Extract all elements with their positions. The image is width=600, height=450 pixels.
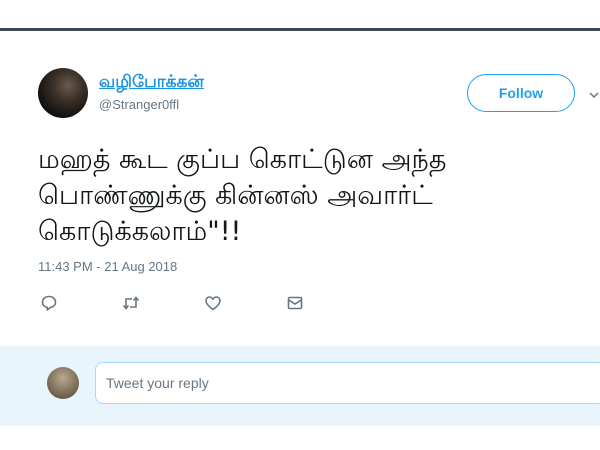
author-avatar[interactable] [38, 68, 88, 118]
tweet-text: மஹத் கூட குப்ப கொட்டுன அந்த பொண்ணுக்கு க… [38, 144, 447, 247]
tweet-timestamp[interactable]: 11:43 PM - 21 Aug 2018 [38, 259, 177, 274]
chevron-down-icon[interactable] [588, 86, 600, 99]
reply-composer [0, 346, 600, 426]
reply-user-avatar [47, 367, 79, 399]
author-display-name[interactable]: வழிபோக்கன் [99, 72, 204, 94]
envelope-icon[interactable] [284, 292, 306, 314]
follow-button[interactable]: Follow [467, 74, 575, 112]
retweet-icon[interactable] [120, 292, 142, 314]
reply-icon[interactable] [38, 292, 60, 314]
reply-input[interactable] [95, 362, 600, 404]
author-handle[interactable]: @Stranger0ffl [99, 97, 179, 112]
heart-icon[interactable] [202, 292, 224, 314]
